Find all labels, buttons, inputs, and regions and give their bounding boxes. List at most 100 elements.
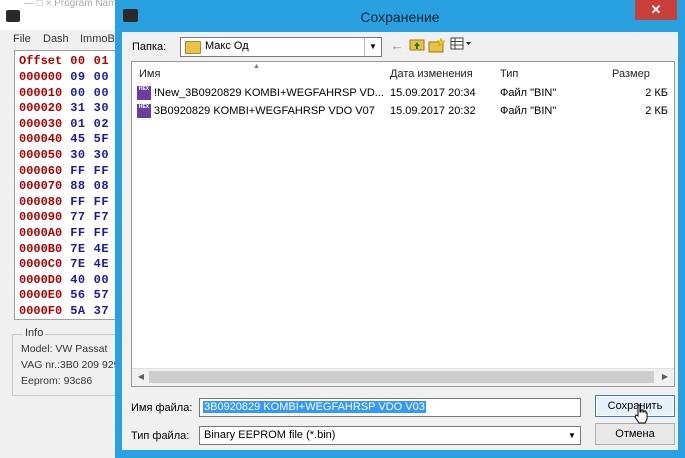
new-folder-icon[interactable] [428, 37, 446, 55]
hex-byte: 30 [70, 148, 86, 162]
hex-row[interactable]: 0000A0 FF FF [19, 225, 109, 241]
hex-byte: FF [70, 226, 86, 240]
column-type[interactable]: Тип [500, 68, 518, 80]
info-model: Model: VW Passat [21, 343, 108, 355]
file-type: Файл "BIN" [500, 105, 557, 117]
info-legend: Info [23, 327, 46, 339]
horizontal-scrollbar[interactable]: ◀ ▶ [132, 368, 674, 386]
scrollbar-thumb[interactable] [149, 371, 654, 383]
file-size: 2 КБ [645, 105, 668, 117]
hex-row[interactable]: 000060 FF FF [19, 163, 109, 179]
cancel-button[interactable]: Отмена [595, 423, 675, 445]
hex-byte: 02 [93, 116, 110, 131]
hex-header-byte: 00 [70, 54, 86, 68]
hex-row[interactable]: 000090 77 F7 [19, 209, 109, 225]
save-dialog: Сохранение ✕ Папка: Макс Од ▼ ← ▲ Имя Да… [115, 0, 685, 458]
hex-byte: 00 [93, 70, 110, 84]
file-date: 15.09.2017 20:32 [390, 105, 476, 117]
file-type: Файл "BIN" [500, 87, 557, 99]
hex-editor-panel[interactable]: Offset 00 01 000000 09 00 000010 00 00 000020 31 3… [14, 50, 124, 320]
hex-row[interactable]: 000030 01 02 [19, 116, 109, 132]
close-button[interactable]: ✕ [635, 0, 677, 20]
hex-byte: 37 [93, 304, 110, 318]
hex-offset: 0000E0 [19, 288, 63, 303]
column-date[interactable]: Дата изменения [390, 68, 473, 80]
hex-offset: 000090 [19, 210, 63, 225]
menu-file[interactable]: File [13, 33, 31, 45]
hex-byte: FF [93, 194, 110, 209]
chevron-down-icon[interactable]: ▼ [364, 38, 381, 56]
hex-byte: 30 [93, 148, 110, 162]
view-menu-icon[interactable] [450, 37, 472, 55]
hex-byte: 7E [70, 241, 86, 256]
column-name[interactable]: Имя [139, 68, 160, 80]
hex-offset: 000040 [19, 132, 63, 147]
hex-row[interactable]: 000040 45 5F [19, 131, 109, 147]
info-eeprom: Eeprom: 93c86 [21, 375, 93, 387]
hex-offset: 000020 [19, 101, 63, 116]
hex-row[interactable]: 000050 30 30 [19, 147, 109, 163]
hex-byte: FF [70, 194, 86, 209]
file-row[interactable]: HEX 3B0920829 KOMBI+WEGFAHRSP VDO V07 15.0… [132, 102, 674, 120]
hex-row[interactable]: 0000C0 7E 4E [19, 256, 109, 272]
hex-byte: 45 [70, 132, 86, 147]
menu-immo[interactable]: ImmoB [80, 33, 115, 45]
hex-header-offset: Offset [19, 54, 63, 68]
chevron-down-icon[interactable]: ▼ [564, 427, 580, 444]
hex-byte: FF [93, 163, 110, 178]
hex-row[interactable]: 000080 FF FF [19, 194, 109, 210]
app-icon [6, 10, 20, 22]
dialog-title: Сохранение [360, 9, 440, 25]
hex-row[interactable]: 000020 31 30 [19, 100, 109, 116]
scroll-left-icon[interactable]: ◀ [134, 372, 148, 381]
hex-offset: 000080 [19, 194, 63, 209]
hex-byte: 30 [93, 101, 110, 116]
hex-byte: 09 [70, 70, 86, 84]
hex-offset: 0000C0 [19, 257, 63, 272]
folder-value: Макс Од [205, 40, 249, 52]
menu-dash[interactable]: Dash [43, 33, 69, 45]
hex-byte: 01 [70, 116, 86, 131]
file-list[interactable]: ▲ Имя Дата изменения Тип Размер HEX !New_… [131, 61, 675, 387]
hex-offset: 000050 [19, 148, 63, 162]
up-folder-icon[interactable] [408, 37, 426, 55]
filename-input[interactable]: 3B0920829 KOMBI+WEGFAHRSP VDO V03 [199, 398, 581, 417]
file-name: 3B0920829 KOMBI+WEGFAHRSP VDO V07 [154, 105, 375, 117]
hex-row[interactable]: 0000D0 40 00 [19, 272, 109, 288]
back-arrow-icon[interactable]: ← [388, 37, 406, 55]
hex-byte: 40 [70, 272, 86, 287]
hex-row[interactable]: 0000E0 56 57 [19, 287, 109, 303]
dialog-client-area: Папка: Макс Од ▼ ← ▲ Имя Дата изменения … [122, 32, 678, 450]
hex-header-row: Offset 00 01 [19, 53, 109, 69]
file-name: !New_3B0920829 KOMBI+WEGFAHRSP VD... [154, 87, 384, 99]
hex-byte: FF [70, 163, 86, 178]
hex-offset: 0000F0 [19, 304, 63, 318]
dialog-titlebar[interactable]: Сохранение ✕ [115, 0, 685, 32]
folder-select[interactable]: Макс Од ▼ [180, 37, 382, 57]
hex-offset: 0000A0 [19, 226, 63, 240]
hex-offset: 000000 [19, 70, 63, 84]
background-title-faint: — □ × Program Name [24, 0, 123, 9]
hex-row[interactable]: 000070 88 08 [19, 178, 109, 194]
file-row[interactable]: HEX !New_3B0920829 KOMBI+WEGFAHRSP VD... 1… [132, 84, 674, 102]
hand-cursor-icon [634, 404, 648, 424]
hex-file-icon: HEX [137, 86, 151, 100]
hex-byte: 00 [70, 85, 86, 100]
hex-row[interactable]: 0000B0 7E 4E [19, 241, 109, 257]
hex-offset: 000010 [19, 85, 63, 100]
folder-icon [185, 41, 201, 54]
hex-row[interactable]: 000000 09 00 [19, 69, 109, 85]
hex-byte: 00 [93, 272, 110, 287]
info-vag: VAG nr.:3B0 209 929 [21, 359, 120, 371]
hex-byte: FF [93, 226, 110, 240]
info-groupbox: Info Model: VW Passat VAG nr.:3B0 209 92… [12, 327, 124, 396]
filetype-value: Binary EEPROM file (*.bin) [204, 429, 336, 441]
hex-row[interactable]: 0000F0 5A 37 [19, 303, 109, 319]
filetype-select[interactable]: Binary EEPROM file (*.bin) ▼ [199, 426, 581, 445]
column-size[interactable]: Размер [612, 68, 650, 80]
scroll-right-icon[interactable]: ▶ [658, 372, 672, 381]
hex-offset: 000030 [19, 116, 63, 131]
filename-label: Имя файла: [131, 402, 193, 414]
hex-row[interactable]: 000010 00 00 [19, 85, 109, 101]
hex-byte: 56 [70, 288, 86, 303]
